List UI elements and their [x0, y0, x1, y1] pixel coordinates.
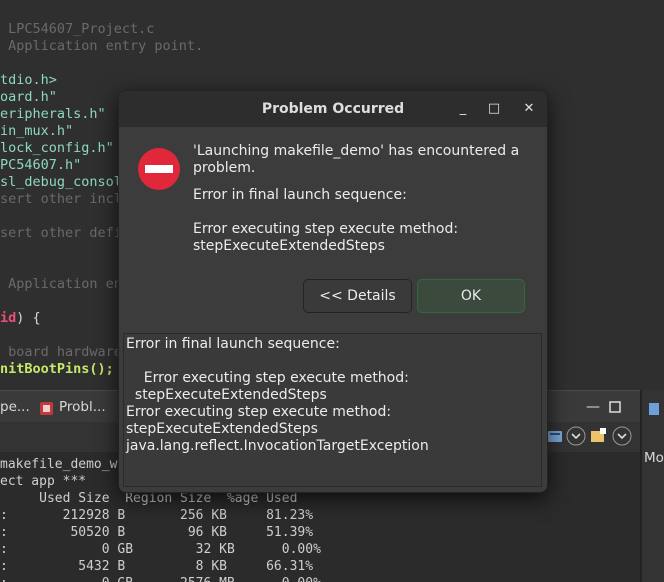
details-line: stepExecuteExtendedSteps [126, 387, 327, 403]
code-line: in_mux.h" [0, 123, 74, 139]
problem-dialog: Problem Occurred _ □ ✕ 'Launching makefi… [118, 90, 548, 493]
console-line: makefile_demo_w [0, 457, 118, 472]
tab-problems[interactable]: Probl... [59, 391, 106, 423]
code-line: PC54607.h" [0, 157, 82, 173]
outline-icon[interactable] [648, 400, 660, 415]
details-button[interactable]: << Details [303, 279, 412, 313]
code-line: nitBootPins(); [0, 361, 114, 377]
details-line: Error in final launch sequence: [126, 336, 340, 352]
right-panel-tab[interactable]: Mo [644, 448, 664, 468]
code-line: sert other incl [0, 191, 122, 207]
message-line-2: problem. [193, 160, 256, 176]
code-line: eripherals.h" [0, 106, 106, 122]
display-console-icon[interactable] [548, 429, 562, 443]
code-line: oard.h" [0, 89, 57, 105]
code-line: tdio.h> [0, 72, 57, 88]
details-line: Error executing step execute method: [126, 404, 392, 420]
details-text-area[interactable]: Error in final launch sequence: Error ex… [123, 333, 542, 487]
tab-console[interactable]: pe... [0, 391, 30, 423]
dialog-title: Problem Occurred [261, 101, 405, 117]
chevron-down-icon[interactable] [612, 426, 632, 446]
code-line: sl_debug_consol [0, 174, 122, 190]
minimize-window-button[interactable]: _ [453, 99, 473, 119]
right-side-panel: Mo [640, 390, 664, 582]
message-line-1: 'Launching makefile_demo' has encountere… [193, 143, 520, 159]
brace: ) { [16, 310, 41, 326]
code-line: lock_config.h" [0, 140, 114, 156]
new-console-icon[interactable] [591, 428, 607, 444]
console-line: : 5432 B 8 KB 66.31% [0, 559, 314, 574]
code-line: sert other defi [0, 225, 122, 241]
code-line: Application en [0, 276, 122, 292]
code-line: LPC54607_Project.c [0, 21, 155, 37]
details-line: java.lang.reflect.InvocationTargetExcept… [126, 438, 429, 454]
console-line: ect app *** [0, 474, 87, 489]
console-line: : 0 GB 2576 MB 0.00% [0, 575, 321, 582]
problems-icon [40, 400, 53, 415]
maximize-window-button[interactable]: □ [484, 99, 504, 119]
maximize-panel-icon[interactable] [609, 398, 623, 413]
code-line: Application entry point. [0, 38, 204, 54]
code-line: board hardware [0, 344, 122, 360]
reason-text: Error in final launch sequence: [193, 187, 407, 203]
detail-line-1: Error executing step execute method: [193, 221, 459, 237]
details-line: stepExecuteExtendedSteps [126, 421, 318, 437]
dialog-titlebar[interactable]: Problem Occurred _ □ ✕ [119, 91, 547, 127]
details-line: Error executing step execute method: [126, 370, 409, 386]
minimize-panel-icon[interactable]: — [586, 399, 602, 415]
keyword-void: id [0, 310, 17, 326]
ok-button[interactable]: OK [417, 279, 525, 313]
close-window-button[interactable]: ✕ [519, 99, 539, 119]
error-icon [137, 147, 181, 191]
detail-line-2: stepExecuteExtendedSteps [193, 238, 385, 254]
console-line: : 50520 B 96 KB 51.39% [0, 525, 314, 540]
code-line: id) { [0, 310, 41, 327]
console-line: : 212928 B 256 KB 81.23% [0, 508, 314, 523]
console-line: : 0 GB 32 KB 0.00% [0, 542, 321, 557]
chevron-down-icon[interactable] [566, 426, 586, 446]
